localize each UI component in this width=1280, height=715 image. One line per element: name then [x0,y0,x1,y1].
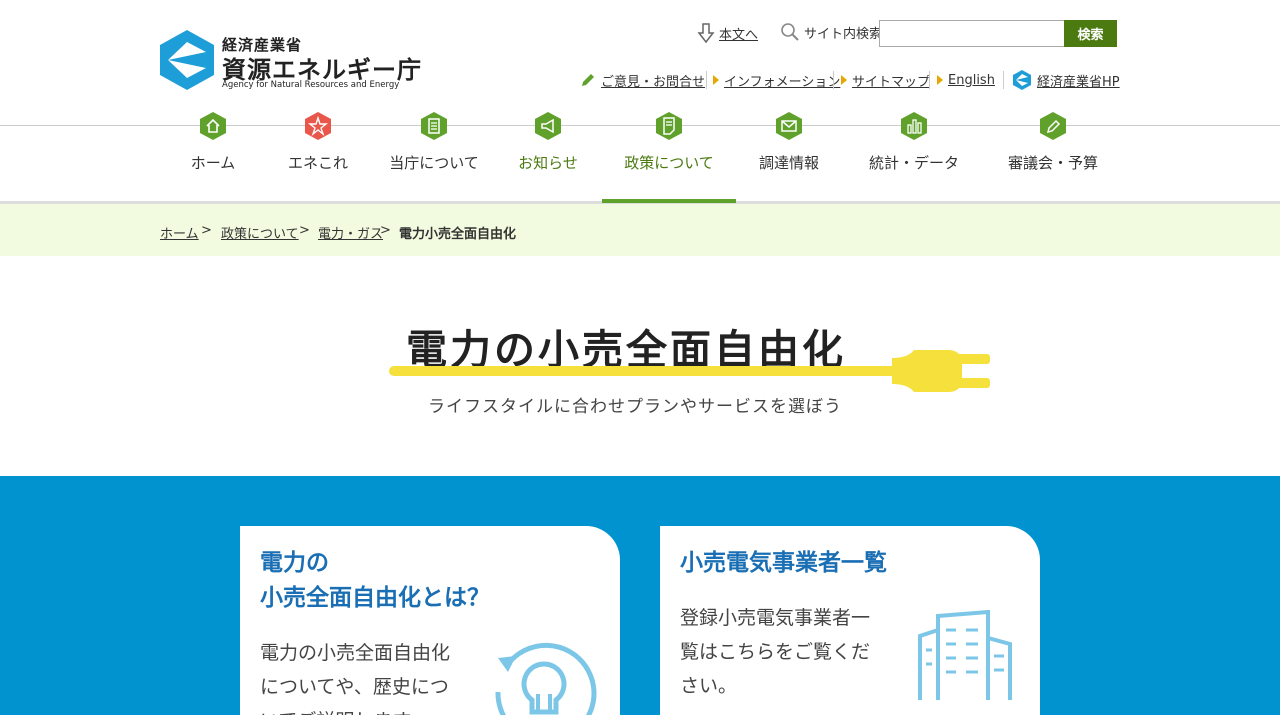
nav-item-news-label: お知らせ [518,154,578,172]
meti-logo-icon [1013,70,1031,90]
feedback-link[interactable]: ご意見・お問合せ [580,70,705,90]
page-subtitle: ライフスタイルに合わせプランやサービスを選ぼう [428,397,842,417]
nav-item-statistics-label: 統計・データ [868,154,959,172]
utility-divider [929,71,930,89]
breadcrumb-separator: > [380,223,391,238]
breadcrumb-separator: > [299,223,310,238]
nav-item-procurement[interactable]: 調達情報 [744,112,834,191]
site-search-label: サイト内検索 [780,22,882,42]
nav-active-indicator [602,199,736,203]
agency-logo[interactable]: 経済産業省 資源エネルギー庁 Agency for Natural Resour… [160,30,421,90]
envelope-icon [776,112,802,140]
nav-item-procurement-label: 調達情報 [758,154,819,172]
feedback-link-label: ご意見・お問合せ [601,74,706,90]
breadcrumb-electricity-gas-link[interactable]: 電力・ガス [318,223,383,242]
document-icon [656,112,682,140]
card-body-line: さい。 [680,675,738,697]
breadcrumb-home-link[interactable]: ホーム [160,223,199,242]
nav-item-policy-label: 政策について [624,154,714,172]
card-retail-electricity-providers[interactable]: 小売電気事業者一覧 登録小売電気事業者一 覧はこちらをご覧くだ さい。 [660,526,1040,715]
global-navigation: ホーム エネこれ 当庁について お知らせ 政策について 調達情報 統計・データ … [0,112,1280,204]
triangle-bullet-icon [713,75,719,85]
meti-hp-link[interactable]: 経済産業省HP [1012,70,1120,90]
breadcrumb-current: 電力小売全面自由化 [399,227,517,242]
pencil-icon [1040,112,1066,140]
feature-section [0,476,1280,715]
breadcrumb-policy-link[interactable]: 政策について [221,223,299,242]
triangle-bullet-icon [841,75,847,85]
sitemap-link-label: サイトマップ [852,74,931,90]
site-header: 経済産業省 資源エネルギー庁 Agency for Natural Resour… [0,0,1280,125]
skip-to-content-link[interactable]: 本文へ [697,22,758,44]
breadcrumb-separator: > [201,223,212,238]
card-title-line: 電力の [260,550,329,576]
card-body-line: についてや、歴史につ [260,676,449,698]
search-button[interactable]: 検索 [1064,20,1117,47]
nav-item-news[interactable]: お知らせ [503,112,593,191]
nav-item-about-agency[interactable]: 当庁について [379,112,489,191]
card-what-is-liberalization-title: 電力の 小売全面自由化とは？ [260,546,490,616]
sitemap-link[interactable]: サイトマップ [841,70,930,90]
nav-item-policy[interactable]: 政策について [604,112,734,191]
nav-item-enekore-label: エネこれ [287,154,348,172]
utility-divider [706,71,707,89]
home-icon [200,112,226,140]
english-link[interactable]: English [937,70,995,90]
arrow-down-icon [697,23,715,44]
site-search-input[interactable] [879,20,1065,47]
star-icon [305,112,331,140]
card-retail-electricity-providers-body: 登録小売電気事業者一 覧はこちらをご覧くだ さい。 [680,601,870,703]
card-what-is-liberalization-body: 電力の小売全面自由化 についてや、歴史につ いてご説明します [260,636,450,715]
lightbulb-icon [495,642,597,715]
skip-to-content-label: 本文へ [719,27,759,43]
magnifier-icon [781,23,799,41]
office-buildings-icon [918,610,1012,700]
logo-english-text: Agency for Natural Resources and Energy [222,80,400,90]
triangle-bullet-icon [937,75,943,85]
meti-hp-link-label: 経済産業省HP [1037,74,1120,90]
card-body-line: 登録小売電気事業者一 [680,607,871,629]
utility-divider [833,71,834,89]
pencil-icon [582,74,594,86]
nav-item-home[interactable]: ホーム [168,112,258,191]
card-body-line: 覧はこちらをご覧くだ [680,641,871,663]
nav-item-councils-budget-label: 審議会・予算 [1007,154,1098,172]
english-link-label: English [948,72,995,88]
megaphone-icon [535,112,561,140]
card-body-line: 電力の小売全面自由化 [260,642,451,664]
site-search-label-text: サイト内検索 [804,26,883,42]
utility-divider [1003,71,1004,89]
card-retail-electricity-providers-title: 小売電気事業者一覧 [680,550,887,576]
information-link-label: インフォメーション [724,74,841,90]
card-title-line: 小売全面自由化とは？ [260,585,490,611]
card-what-is-liberalization[interactable]: 電力の 小売全面自由化とは？ 電力の小売全面自由化 についてや、歴史につ いてご… [240,526,620,715]
information-link[interactable]: インフォメーション [713,70,840,90]
nav-item-councils-budget[interactable]: 審議会・予算 [993,112,1113,191]
bar-chart-icon [901,112,927,140]
breadcrumb: ホーム > 政策について > 電力・ガス > 電力小売全面自由化 [0,204,1280,256]
agency-logo-mark-icon [160,30,214,90]
nav-item-about-agency-label: 当庁について [389,154,479,172]
card-body-line: いてご説明します [260,704,450,715]
nav-item-home-label: ホーム [190,154,236,172]
building-icon [421,112,447,140]
nav-item-enekore[interactable]: エネこれ [273,112,363,191]
nav-item-statistics[interactable]: 統計・データ [859,112,969,191]
